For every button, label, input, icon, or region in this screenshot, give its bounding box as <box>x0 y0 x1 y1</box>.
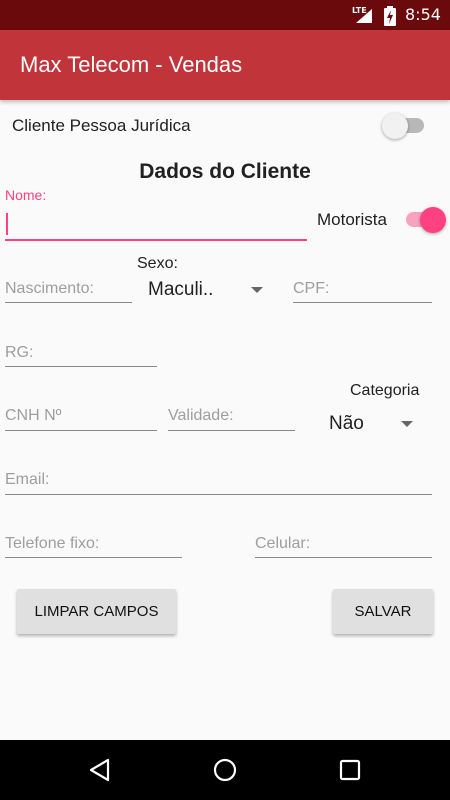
clock: 8:54 <box>405 5 441 24</box>
app-bar: Max Telecom - Vendas <box>0 30 450 100</box>
validade-underline <box>168 430 295 431</box>
telefone-underline <box>5 557 182 558</box>
cpf-underline <box>293 302 432 303</box>
motorista-label: Motorista <box>317 210 387 229</box>
navigation-bar <box>0 740 450 800</box>
email-input[interactable]: Email: <box>5 471 49 489</box>
nome-input[interactable] <box>5 204 307 242</box>
back-icon[interactable] <box>88 758 112 782</box>
salvar-button[interactable]: SALVAR <box>333 589 433 634</box>
cpf-input[interactable]: CPF: <box>293 280 329 298</box>
cnh-input[interactable]: CNH Nº <box>5 407 62 425</box>
pessoa-juridica-label: Cliente Pessoa Jurídica <box>12 116 191 135</box>
telefone-input[interactable]: Telefone fixo: <box>5 535 99 553</box>
rg-underline <box>5 366 157 367</box>
celular-input[interactable]: Celular: <box>255 535 310 553</box>
chevron-down-icon <box>251 287 263 293</box>
sexo-spinner[interactable]: Maculi.. <box>140 276 275 306</box>
nome-underline <box>5 239 307 241</box>
signal-icon <box>356 9 372 23</box>
app-title: Max Telecom - Vendas <box>20 52 243 77</box>
email-underline <box>5 494 432 495</box>
categoria-value: Não <box>329 413 364 434</box>
categoria-spinner[interactable]: Não <box>322 410 422 440</box>
sexo-value: Maculi.. <box>148 279 214 300</box>
sexo-label: Sexo: <box>137 255 178 272</box>
validade-input[interactable]: Validade: <box>168 407 234 425</box>
rg-input[interactable]: RG: <box>5 344 33 362</box>
section-title: Dados do Cliente <box>139 160 311 183</box>
nome-label: Nome: <box>5 187 47 203</box>
text-cursor <box>6 213 8 235</box>
chevron-down-icon <box>401 421 413 427</box>
battery-charging-icon <box>384 6 396 26</box>
nascimento-underline <box>5 302 132 303</box>
status-bar: LTE 8:54 <box>0 0 450 30</box>
cnh-underline <box>5 430 157 431</box>
motorista-switch[interactable] <box>404 206 448 234</box>
pessoa-juridica-switch[interactable] <box>382 112 426 140</box>
recents-icon[interactable] <box>339 759 361 781</box>
home-icon[interactable] <box>213 758 237 782</box>
celular-underline <box>255 557 432 558</box>
limpar-campos-button[interactable]: LIMPAR CAMPOS <box>17 589 176 634</box>
nascimento-input[interactable]: Nascimento: <box>5 280 94 298</box>
categoria-label: Categoria <box>350 382 420 399</box>
